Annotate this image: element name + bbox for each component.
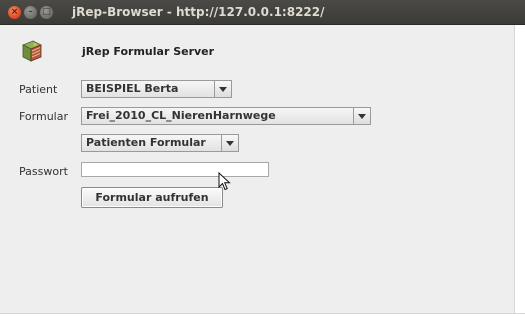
right-edge-panel bbox=[514, 25, 525, 317]
mouse-pointer-icon bbox=[218, 171, 231, 191]
minimize-icon[interactable]: – bbox=[24, 6, 37, 19]
title-bar[interactable]: × – □ jRep-Browser - http://127.0.0.1:82… bbox=[0, 0, 525, 25]
formular-label: Formular bbox=[19, 110, 69, 123]
bottom-edge-panel bbox=[0, 313, 525, 317]
maximize-icon[interactable]: □ bbox=[40, 6, 53, 19]
password-label: Passwort bbox=[19, 165, 68, 178]
patient-select[interactable]: BEISPIEL Berta bbox=[81, 80, 232, 98]
formular-select[interactable]: Frei_2010_CL_NierenHarnwege bbox=[81, 107, 371, 125]
close-icon[interactable]: × bbox=[8, 6, 21, 19]
formular-type-select-value: Patienten Formular bbox=[86, 136, 206, 149]
chevron-down-icon[interactable] bbox=[221, 135, 238, 151]
formular-select-value: Frei_2010_CL_NierenHarnwege bbox=[86, 109, 276, 122]
book-icon bbox=[20, 39, 44, 63]
app-title: jRep Formular Server bbox=[82, 45, 215, 58]
chevron-down-icon[interactable] bbox=[214, 81, 231, 97]
formular-type-select[interactable]: Patienten Formular bbox=[81, 134, 239, 152]
patient-select-value: BEISPIEL Berta bbox=[86, 82, 179, 95]
chevron-down-icon[interactable] bbox=[353, 108, 370, 124]
password-field[interactable] bbox=[81, 162, 269, 177]
form-panel: jRep Formular Server Patient BEISPIEL Be… bbox=[0, 25, 525, 317]
app-window: × – □ jRep-Browser - http://127.0.0.1:82… bbox=[0, 0, 525, 317]
formular-aufrufen-button[interactable]: Formular aufrufen bbox=[81, 187, 223, 208]
window-title: jRep-Browser - http://127.0.0.1:8222/ bbox=[72, 5, 325, 19]
patient-label: Patient bbox=[19, 83, 58, 96]
